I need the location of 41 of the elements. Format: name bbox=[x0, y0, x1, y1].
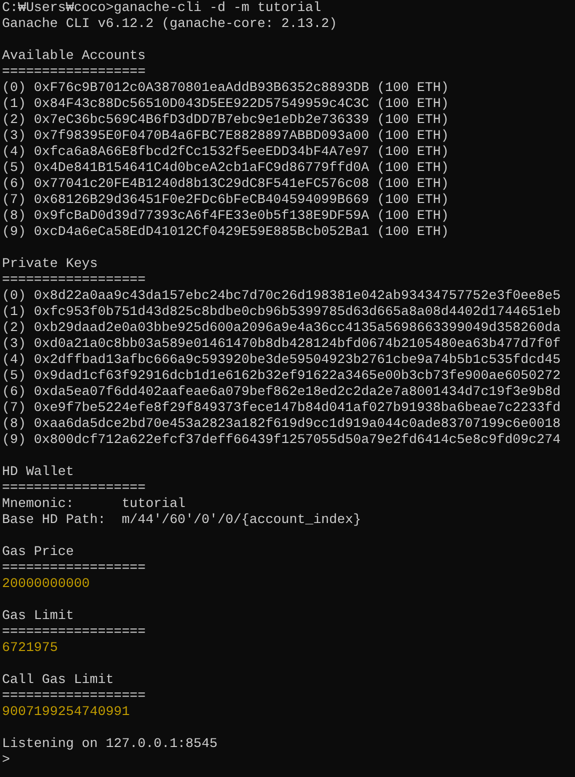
output-line: Mnemonic: tutorial bbox=[2, 496, 186, 511]
output-line: ================== bbox=[2, 272, 146, 287]
output-line: Listening on 127.0.0.1:8545 bbox=[2, 736, 218, 751]
output-line: Call Gas Limit bbox=[2, 672, 114, 687]
output-line: ================== bbox=[2, 480, 146, 495]
output-line: (6) 0x77041c20FE4B1240d8b13C29dC8F541eFC576c08 (100 ETH) bbox=[2, 176, 449, 191]
output-line: Available Accounts bbox=[2, 48, 146, 63]
output-line: (0) 0x8d22a0aa9c43da157ebc24bc7d70c26d198381e042ab93434757752e3f0ee8e5 bbox=[2, 288, 561, 303]
output-line: (7) 0xe9f7be5224efe8f29f849373fece147b84d041af027b91938ba6beae7c2233fd bbox=[2, 400, 561, 415]
output-line: Gas Price bbox=[2, 544, 74, 559]
output-line: (9) 0xcD4a6eCa58EdD41012Cf0429E59E885Bcb052Ba1 (100 ETH) bbox=[2, 224, 449, 239]
output-line: (4) 0x2dffbad13afbc666a9c593920be3de59504923b2761cbe9a74b5b1c535fdcd45 bbox=[2, 352, 561, 367]
output-line: (5) 0x9dad1cf63f92916dcb1d1e6162b32ef91622a3465e00b3cb73fe900ae6050272 bbox=[2, 368, 561, 383]
output-line: (8) 0x9fcBaD0d39d77393cA6f4FE33e0b5f138E9DF59A (100 ETH) bbox=[2, 208, 449, 223]
number-value: 20000000000 bbox=[2, 576, 90, 591]
output-line: Gas Limit bbox=[2, 608, 74, 623]
output-line: (4) 0xfca6a8A66E8fbcd2fCc1532f5eeEDD34bF4A7e97 (100 ETH) bbox=[2, 144, 449, 159]
output-line: (1) 0xfc953f0b751d43d825c8bdbe0cb96b5399785d63d665a8a08d4402d1744651eb bbox=[2, 304, 561, 319]
output-line: ================== bbox=[2, 560, 146, 575]
output-line: ================== bbox=[2, 688, 146, 703]
output-line: HD Wallet bbox=[2, 464, 74, 479]
output-line: (2) 0x7eC36bc569C4B6fD3dDD7B7ebc9e1eDb2e736339 (100 ETH) bbox=[2, 112, 449, 127]
output-line: ================== bbox=[2, 624, 146, 639]
output-line: Base HD Path: m/44'/60'/0'/0/{account_index} bbox=[2, 512, 362, 527]
number-value: 9007199254740991 bbox=[2, 704, 130, 719]
output-line: Ganache CLI v6.12.2 (ganache-core: 2.13.2) bbox=[2, 16, 338, 31]
command-line: C:₩Users₩coco>ganache-cli -d -m tutorial bbox=[2, 0, 322, 15]
output-line: (7) 0x68126B29d36451F0e2FDc6bFeCB404594099B669 (100 ETH) bbox=[2, 192, 449, 207]
shell-prompt: > bbox=[2, 752, 10, 767]
output-line: (0) 0xF76c9B7012c0A3870801eaAddB93B6352c8893DB (100 ETH) bbox=[2, 80, 449, 95]
output-line: (8) 0xaa6da5dce2bd70e453a2823a182f619d9cc1d919a044c0ade83707199c6e0018 bbox=[2, 416, 561, 431]
output-line: (3) 0xd0a21a0c8bb03a589e01461470b8db428124bfd0674b2105480ea63b477d7f0f bbox=[2, 336, 561, 351]
output-line: Private Keys bbox=[2, 256, 98, 271]
number-value: 6721975 bbox=[2, 640, 58, 655]
output-line: (6) 0xda5ea07f6dd402aafeae6a079bef862e18ed2c2da2e7a8001434d7c19f3e9b8d bbox=[2, 384, 561, 399]
output-line: (5) 0x4De841B154641C4d0bceA2cb1aFC9d86779ffd0A (100 ETH) bbox=[2, 160, 449, 175]
output-line: ================== bbox=[2, 64, 146, 79]
output-line: (1) 0x84F43c88Dc56510D043D5EE922D57549959c4C3C (100 ETH) bbox=[2, 96, 449, 111]
output-line: (3) 0x7f98395E0F0470B4a6FBC7E8828897ABBD093a00 (100 ETH) bbox=[2, 128, 449, 143]
output-line: (9) 0x800dcf712a622efcf37deff66439f1257055d50a79e2fd6414c5e8c9fd09c274 bbox=[2, 432, 561, 447]
output-line: (2) 0xb29daad2e0a03bbe925d600a2096a9e4a36cc4135a5698663399049d358260da bbox=[2, 320, 561, 335]
